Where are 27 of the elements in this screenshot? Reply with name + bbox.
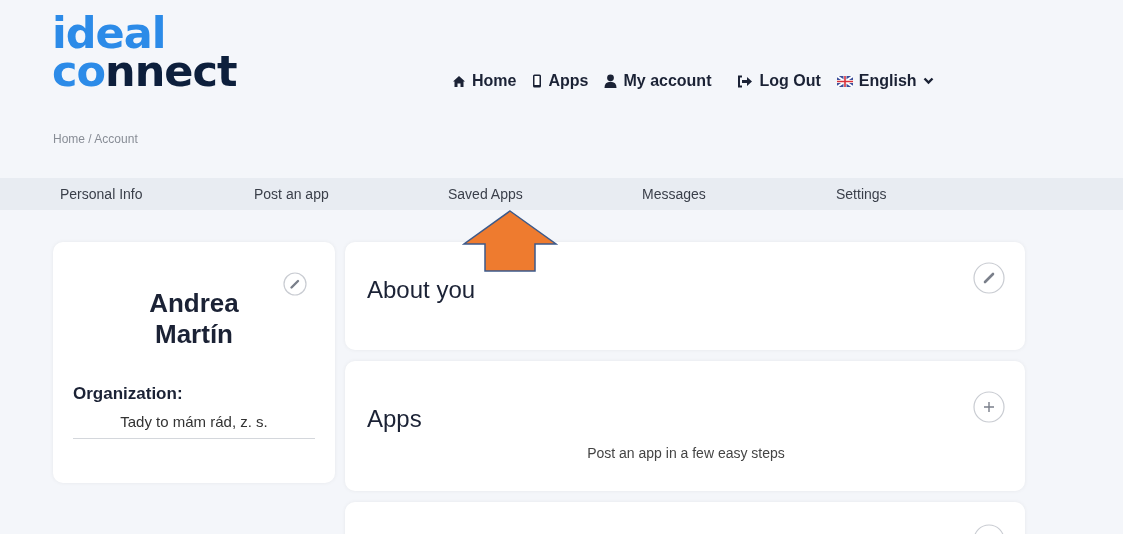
- edit-icon[interactable]: [283, 272, 307, 296]
- organization-label: Organization:: [73, 384, 184, 404]
- tab[interactable]: Messages: [642, 186, 836, 202]
- caret-icon: [922, 77, 934, 85]
- tab[interactable]: Personal Info: [60, 186, 254, 202]
- edit-icon[interactable]: [973, 262, 1005, 294]
- breadcrumb: Home / Account: [52, 131, 139, 148]
- nav-link[interactable]: English: [836, 72, 934, 90]
- phone-icon: [532, 74, 543, 88]
- nav-link[interactable]: Log Out: [737, 72, 821, 90]
- section-title: Apps: [367, 405, 422, 433]
- section-description: Post an app in a few easy steps: [586, 445, 786, 461]
- nav-link[interactable]: Apps: [532, 72, 589, 90]
- tab[interactable]: Post an app: [254, 186, 448, 202]
- home-icon: [452, 74, 466, 88]
- section-title: About you: [367, 276, 476, 304]
- profile-name: Andrea Martín: [148, 288, 240, 350]
- add-icon[interactable]: [973, 391, 1005, 423]
- nav-link[interactable]: My account: [604, 72, 712, 90]
- organization-value: Tady to mám rád, z. s.: [73, 413, 315, 439]
- user-icon: [604, 74, 618, 88]
- flag-icon: [836, 75, 853, 87]
- tab[interactable]: Saved Apps: [448, 186, 642, 202]
- logo[interactable]: ideal connect: [52, 14, 452, 90]
- logout-icon: [737, 74, 754, 88]
- tab[interactable]: Settings: [836, 186, 1030, 202]
- nav-link[interactable]: Home: [452, 72, 517, 90]
